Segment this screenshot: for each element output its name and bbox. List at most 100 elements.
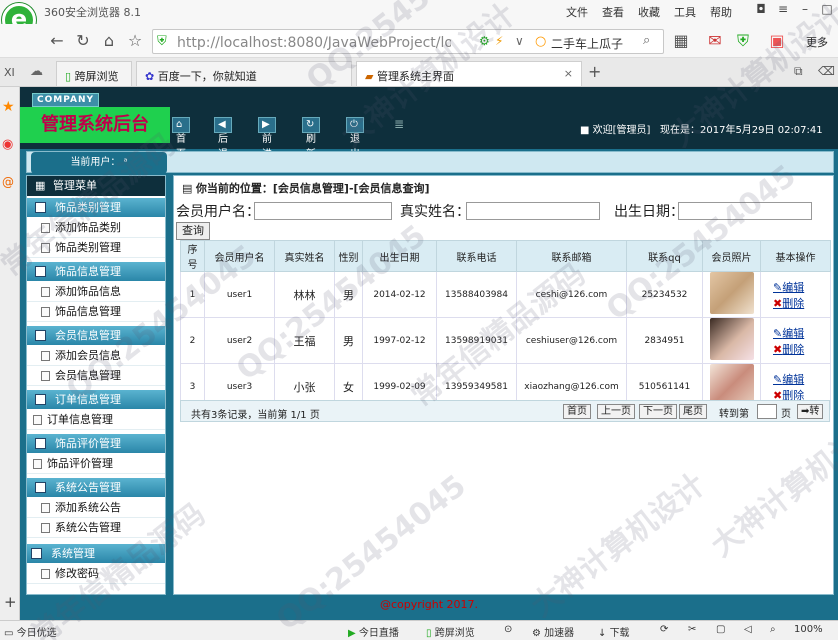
minimize-icon[interactable]: –: [796, 2, 814, 18]
lightning-icon[interactable]: ⚡: [495, 34, 503, 48]
new-tab-button[interactable]: +: [588, 62, 601, 81]
trash-icon[interactable]: ⌫: [818, 64, 835, 78]
back-icon[interactable]: ←: [46, 30, 68, 52]
close-tab-icon[interactable]: ×: [564, 67, 573, 80]
main-panel: ▤ 你当前的位置：[会员信息管理]-[会员信息查询] 会员用户名： 真实姓名： …: [173, 175, 834, 595]
home-button[interactable]: ⌂首页: [172, 117, 190, 160]
menu-favorites[interactable]: 收藏: [638, 4, 660, 20]
sidebar-item-manage-category[interactable]: 饰品类别管理: [27, 238, 165, 258]
item-label: 添加会员信息: [55, 349, 121, 362]
status-cross-screen[interactable]: ▯ 跨屏浏览: [426, 624, 475, 639]
sidebar-item-manage-product[interactable]: 饰品信息管理: [27, 302, 165, 322]
refresh-icon[interactable]: ↻: [72, 30, 94, 52]
sidebar-item-manage-member[interactable]: 会员信息管理: [27, 366, 165, 386]
go-button[interactable]: ➡转: [797, 404, 824, 419]
first-page-button[interactable]: 首页: [563, 404, 591, 419]
current-time: 现在是：2017年5月29日 02:07:41: [660, 125, 823, 136]
chevron-down-icon[interactable]: ∨: [515, 34, 524, 48]
logout-button[interactable]: ⏻退出: [346, 117, 364, 160]
address-text[interactable]: http://localhost:8080/JavaWebProject/log…: [177, 35, 451, 51]
weibo-icon[interactable]: ◉: [2, 137, 13, 152]
tab-admin-main[interactable]: ▰ 管理系统主界面 ×: [356, 61, 582, 86]
address-bar[interactable]: ⛨ http://localhost:8080/JavaWebProject/l…: [152, 29, 664, 54]
last-page-button[interactable]: 尾页: [679, 404, 707, 419]
search-input[interactable]: 二手车上瓜子: [551, 35, 623, 52]
tab-baidu[interactable]: ✿ 百度一下，你就知道: [136, 61, 352, 86]
favorite-icon[interactable]: ★: [2, 99, 15, 115]
maximize-icon[interactable]: □: [818, 2, 836, 18]
status-volume-icon[interactable]: ◁: [744, 624, 752, 635]
sidebar-group-notice[interactable]: 系统公告管理: [27, 478, 165, 497]
page-number-input[interactable]: [757, 404, 777, 419]
more-button[interactable]: 更多: [806, 34, 828, 50]
table-row: 2 user2 王福 男 1997-02-12 13598919031 cesh…: [180, 317, 831, 364]
sidebar-group-member[interactable]: 会员信息管理: [27, 326, 165, 345]
sidebar-group-category[interactable]: 饰品类别管理: [27, 198, 165, 217]
status-screenshot-icon[interactable]: ✂: [688, 624, 696, 635]
guard-icon[interactable]: ⛨: [732, 30, 754, 52]
home-icon[interactable]: ⌂: [98, 30, 120, 52]
refresh-button[interactable]: ↻刷新: [302, 117, 320, 160]
page-icon: [41, 503, 50, 513]
sidebar-group-review[interactable]: 饰品评价管理: [27, 434, 165, 453]
apps-icon[interactable]: ▦: [670, 30, 692, 52]
adblock-icon[interactable]: ▣: [766, 30, 788, 52]
delete-link[interactable]: ✖删除: [763, 341, 828, 357]
status-today-pick[interactable]: ▭ 今日优选: [4, 624, 57, 639]
at-icon[interactable]: @: [2, 175, 14, 189]
menu-view[interactable]: 查看: [602, 4, 624, 20]
sidebar-item-manage-notice[interactable]: 系统公告管理: [27, 518, 165, 538]
sidebar-item-add-notice[interactable]: 添加系统公告: [27, 498, 165, 518]
status-zoom-icon[interactable]: ⌕: [770, 624, 776, 635]
sidebar-item-add-category[interactable]: 添加饰品类别: [27, 218, 165, 238]
menu-icon[interactable]: ≡: [774, 2, 792, 18]
tab-cross-screen[interactable]: ▯ 跨屏浏览: [56, 61, 132, 86]
menu-tools[interactable]: 工具: [674, 4, 696, 20]
star-icon[interactable]: ☆: [124, 30, 146, 52]
mail-icon[interactable]: ✉: [704, 30, 726, 52]
sidebar-item-change-password[interactable]: 修改密码: [27, 564, 165, 584]
sidebar-menu: ▦ 管理菜单 饰品类别管理 添加饰品类别 饰品类别管理 饰品信息管理 添加饰品信息…: [26, 175, 166, 595]
sidebar-group-system[interactable]: 系统管理: [27, 544, 165, 563]
skin-icon[interactable]: ◘: [752, 2, 770, 18]
forward-button[interactable]: ▶前进: [258, 117, 276, 160]
sidebar-group-product[interactable]: 饰品信息管理: [27, 262, 165, 281]
status-accelerator[interactable]: ⚙ 加速器: [532, 624, 574, 639]
status-network-icon[interactable]: ⊙: [504, 624, 512, 635]
next-page-button[interactable]: 下一页: [639, 404, 677, 419]
query-button[interactable]: 查询: [176, 222, 210, 240]
menu-help[interactable]: 帮助: [710, 4, 732, 20]
status-download[interactable]: ↓ 下载: [598, 624, 630, 639]
secure-icon: ⚙: [479, 34, 490, 48]
delete-icon: ✖: [773, 296, 783, 310]
realname-input[interactable]: [466, 202, 600, 220]
restore-tab-icon[interactable]: ⧉: [794, 64, 803, 79]
add-sidebar-icon[interactable]: +: [4, 593, 17, 611]
menu-file[interactable]: 文件: [566, 4, 588, 20]
back-button[interactable]: ◀后退: [214, 117, 232, 160]
edit-link[interactable]: ✎编辑: [763, 325, 828, 341]
username-input[interactable]: [254, 202, 392, 220]
delete-link[interactable]: ✖删除: [763, 295, 828, 311]
status-label: 跨屏浏览: [434, 628, 475, 639]
status-sync-icon[interactable]: ⟳: [660, 624, 668, 635]
sidebar-item-add-member[interactable]: 添加会员信息: [27, 346, 165, 366]
birth-input[interactable]: [678, 202, 812, 220]
tab-scroll-left-icon[interactable]: XI: [4, 66, 15, 79]
page-icon: [41, 223, 50, 233]
phone-icon: ▯: [426, 628, 432, 639]
status-window-icon[interactable]: ▢: [716, 624, 725, 635]
company-logo: COMPANY: [32, 93, 99, 107]
search-icon[interactable]: ⌕: [643, 33, 650, 48]
sidebar-group-order[interactable]: 订单信息管理: [27, 390, 165, 409]
prev-page-button[interactable]: 上一页: [597, 404, 635, 419]
sidebar-item-manage-order[interactable]: 订单信息管理: [27, 410, 165, 430]
status-zoom[interactable]: 100%: [794, 624, 823, 635]
page-icon: [41, 243, 50, 253]
edit-link[interactable]: ✎编辑: [763, 279, 828, 295]
edit-link[interactable]: ✎编辑: [763, 371, 828, 387]
status-live[interactable]: ▶ 今日直播: [348, 624, 399, 639]
sidebar-item-add-product[interactable]: 添加饰品信息: [27, 282, 165, 302]
sidebar-item-manage-review[interactable]: 饰品评价管理: [27, 454, 165, 474]
cloud-icon[interactable]: ☁: [30, 64, 43, 79]
